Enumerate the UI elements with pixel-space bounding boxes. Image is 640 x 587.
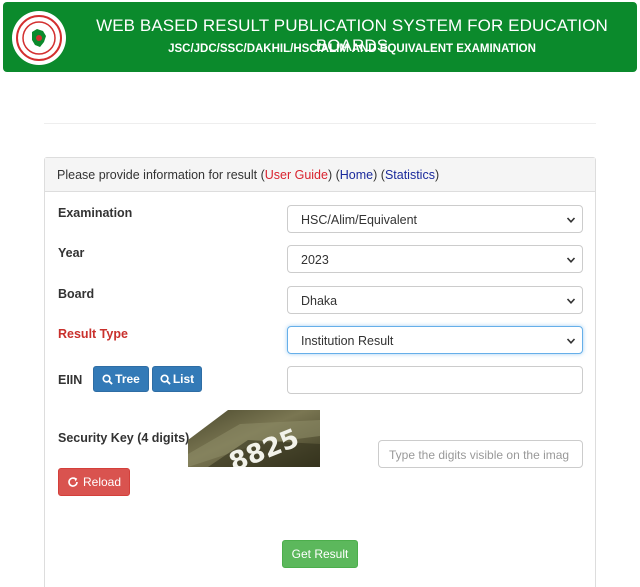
reload-label: Reload	[82, 475, 122, 489]
examination-selected: HSC/Alim/Equivalent	[301, 213, 418, 227]
page-subtitle: JSC/JDC/SSC/DAKHIL/HSC/ALIM AND EQUIVALE…	[168, 43, 536, 55]
result-type-selected: Institution Result	[301, 334, 394, 348]
chevron-down-icon	[566, 217, 576, 223]
examination-select[interactable]: HSC/Alim/Equivalent	[287, 205, 583, 233]
search-icon	[102, 373, 113, 385]
chevron-down-icon	[566, 338, 576, 344]
panel-sep-1: ) (	[327, 168, 340, 182]
security-key-label: Security Key (4 digits)	[58, 431, 190, 445]
list-button-label: List	[172, 372, 195, 386]
year-label: Year	[58, 246, 85, 260]
tree-button-label: Tree	[115, 372, 140, 386]
result-form-panel: Please provide information for result (U…	[44, 157, 596, 587]
year-selected: 2023	[301, 253, 329, 267]
reload-button[interactable]: Reload	[58, 468, 130, 496]
panel-intro-text: Please provide information for result (	[57, 168, 265, 182]
examination-label: Examination	[58, 206, 133, 220]
chevron-down-icon	[566, 257, 576, 263]
refresh-icon	[68, 477, 78, 487]
security-key-placeholder: Type the digits visible on the imag	[389, 448, 570, 462]
user-guide-link[interactable]: User Guide	[265, 168, 328, 182]
divider	[44, 123, 596, 124]
get-result-button[interactable]: Get Result	[282, 540, 358, 568]
board-label: Board	[58, 287, 95, 301]
result-type-label: Result Type	[58, 327, 128, 341]
search-icon	[160, 373, 171, 385]
statistics-link[interactable]: Statistics	[385, 168, 435, 182]
eiin-label: EIIN	[58, 373, 83, 387]
result-type-select[interactable]: Institution Result	[287, 326, 583, 354]
security-key-input[interactable]: Type the digits visible on the imag	[378, 440, 583, 468]
logo-emblem-icon	[16, 15, 62, 61]
chevron-down-icon	[566, 298, 576, 304]
panel-sep-2: ) (	[373, 168, 385, 182]
eiin-tree-button[interactable]: Tree	[93, 366, 149, 392]
board-selected: Dhaka	[301, 294, 338, 308]
captcha-image: 8825	[188, 410, 320, 467]
panel-close: )	[434, 168, 440, 182]
get-result-label: Get Result	[291, 547, 349, 561]
board-select[interactable]: Dhaka	[287, 286, 583, 314]
year-select[interactable]: 2023	[287, 245, 583, 273]
home-link[interactable]: Home	[340, 168, 373, 182]
board-logo	[12, 11, 66, 65]
site-header: WEB BASED RESULT PUBLICATION SYSTEM FOR …	[3, 2, 637, 72]
eiin-list-button[interactable]: List	[152, 366, 202, 392]
panel-heading: Please provide information for result (U…	[45, 158, 595, 192]
eiin-input[interactable]	[287, 366, 583, 394]
